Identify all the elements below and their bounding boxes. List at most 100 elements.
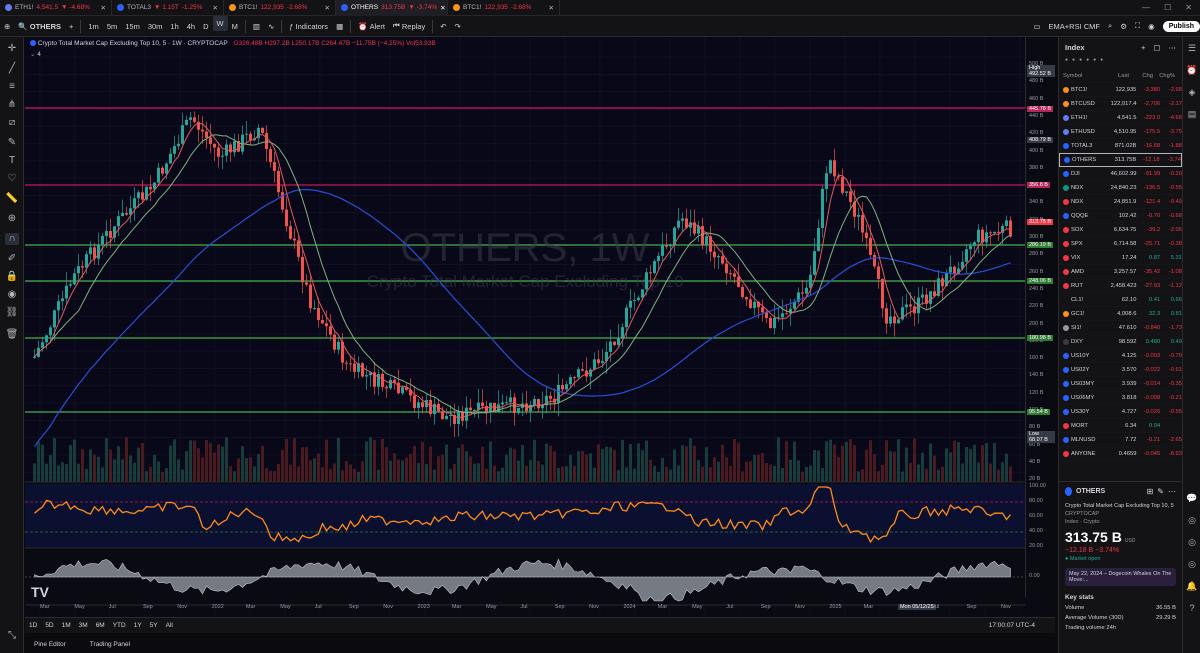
study-template[interactable]: EMA+RSI CMF [1045, 16, 1104, 37]
range-All[interactable]: All [162, 622, 177, 629]
grid-icon[interactable]: ⊞ [1147, 487, 1154, 496]
watchlist-row[interactable]: QQQE 102.42 -0.70 -0.68 [1059, 209, 1182, 223]
notifications-rail-icon[interactable]: 🔔 [1186, 581, 1198, 592]
more-icon[interactable]: ⋯ [1169, 43, 1177, 52]
watchlist-title[interactable]: Index [1065, 43, 1085, 52]
watchlist-row[interactable]: MORT 6.34 0.04 [1059, 419, 1182, 433]
interval-W[interactable]: W [212, 15, 228, 31]
watchlist-row[interactable]: SPX 6,714.58 -25.71 -0.38 [1059, 237, 1182, 251]
watchlist-row[interactable]: US06MY 3.818 -0.008 -0.21 [1059, 391, 1182, 405]
eye-icon[interactable]: ◉ [5, 289, 19, 301]
compare-button[interactable]: + [65, 16, 77, 37]
watchlist-row[interactable]: CL1! 62.10 0.41 0.66 [1059, 293, 1182, 307]
indicators-button[interactable]: ƒ Indicators [285, 16, 332, 37]
calendar-rail-icon[interactable]: ◎ [1186, 515, 1198, 526]
pattern-icon[interactable]: ⧄ [5, 117, 19, 129]
range-3M[interactable]: 3M [75, 622, 92, 629]
layers-rail-icon[interactable]: ◈ [1186, 87, 1198, 98]
watchlist-row[interactable]: SOX 6,634.75 -39.2 -2.06 [1059, 223, 1182, 237]
templates-icon[interactable]: ▦ [332, 16, 347, 37]
interval-5m[interactable]: 5m [103, 16, 121, 37]
watchlist-rail-icon[interactable]: ☰ [1186, 43, 1198, 54]
ideas-rail-icon[interactable]: ◎ [1186, 537, 1198, 548]
collapse-legend-icon[interactable]: ⌄ [30, 51, 35, 58]
watchlist-row[interactable]: ETHUSD 4,510.95 -175.5 -3.75 [1059, 125, 1182, 139]
bar-type-icon[interactable]: ▥ [249, 16, 264, 37]
range-1D[interactable]: 1D [25, 622, 41, 629]
news-card[interactable]: May 22, 2024 – Dogecoin Whales On The Mo… [1065, 568, 1176, 586]
lock-icon[interactable]: 🔒 [5, 271, 19, 283]
line-type-icon[interactable]: ∿ [264, 16, 278, 37]
close-tab-icon[interactable]: ✕ [325, 4, 330, 12]
close-tab-icon[interactable]: ✕ [101, 4, 106, 12]
search-icon[interactable]: ⌕ [1104, 16, 1116, 37]
add-symbol-icon[interactable]: + [1141, 43, 1145, 52]
fib-icon[interactable]: ⋔ [5, 99, 19, 111]
watchlist-row[interactable]: US30Y 4.727 -0.026 -0.55 [1059, 405, 1182, 419]
col-symbol[interactable]: Symbol [1063, 73, 1097, 79]
interval-M[interactable]: M [228, 16, 242, 37]
chat-rail-icon[interactable]: 💬 [1186, 493, 1198, 504]
watchlist-row[interactable]: US03MY 3.939 -0.014 -0.35 [1059, 377, 1182, 391]
watchlist-row[interactable]: MLNUSD 7.72 -0.21 -2.65 [1059, 433, 1182, 447]
alert-button[interactable]: ⏰ Alert [354, 16, 389, 37]
zoom-icon[interactable]: ⊕ [5, 213, 19, 225]
interval-30m[interactable]: 30m [144, 16, 167, 37]
browser-tab[interactable]: ETH1! 4,541.5 ▼ -4.68% ✕ [0, 0, 112, 16]
watchlist-row[interactable]: OTHERS 313.75B -12.18 -3.74 [1059, 153, 1182, 167]
crosshair-icon[interactable]: ✛ [5, 43, 19, 55]
camera-icon[interactable]: ◉ [1144, 16, 1159, 37]
watchlist-row[interactable]: TOTAL3 871.02B -16.68 -1.88 [1059, 139, 1182, 153]
range-5D[interactable]: 5D [41, 622, 57, 629]
watchlist-row[interactable]: US10Y 4.125 -0.003 -0.79 [1059, 349, 1182, 363]
interval-4h[interactable]: 4h [183, 16, 199, 37]
watchlist-row[interactable]: NDX 24,851.9 -121.4 -0.49 [1059, 195, 1182, 209]
watchlist-row[interactable]: ANYONE 0.4659 -0.045 -8.93 [1059, 447, 1182, 461]
settings-icon[interactable]: ⚙ [1116, 16, 1131, 37]
watchlist-row[interactable]: DJI 46,602.99 -91.99 -0.20 [1059, 167, 1182, 181]
magnet-icon[interactable]: ∩ [5, 233, 19, 245]
range-YTD[interactable]: YTD [109, 622, 130, 629]
interval-D[interactable]: D [199, 16, 212, 37]
browser-tab[interactable]: BTC1! 122,935 -2.68% ✕ [448, 0, 560, 16]
layout-icon[interactable]: ▭ [1029, 16, 1044, 37]
close-tab-icon[interactable]: ✕ [440, 4, 445, 12]
trendline-icon[interactable]: ╱ [5, 63, 19, 75]
chart-pane[interactable]: OTHERS, 1W Crypto Total Market Cap Exclu… [25, 37, 1055, 633]
legend-title[interactable]: Crypto Total Market Cap Excluding Top 10… [38, 40, 228, 47]
watchlist-row[interactable]: ETH1! 4,541.5 -223.0 -4.68 [1059, 111, 1182, 125]
browser-tab[interactable]: TOTAL3 ▼ 1.15T -1.25% ✕ [112, 0, 224, 16]
browser-tab[interactable]: BTC1! 122,935 -2.68% ✕ [224, 0, 336, 16]
text-icon[interactable]: T [5, 155, 19, 167]
minimize-icon[interactable]: — [1142, 3, 1150, 12]
heart-icon[interactable]: ♡ [5, 173, 19, 185]
watchlist-row[interactable]: US02Y 3.570 -0.022 -0.61 [1059, 363, 1182, 377]
col-pct[interactable]: Chg% [1153, 73, 1175, 79]
maximize-icon[interactable]: ☐ [1164, 3, 1171, 12]
help-rail-icon[interactable]: ? [1186, 603, 1198, 613]
pine-editor-tab[interactable]: Pine Editor [34, 641, 66, 648]
watchlist-row[interactable]: GC1! 4,008.6 32.3 0.81 [1059, 307, 1182, 321]
close-tab-icon[interactable]: ✕ [549, 4, 554, 12]
watchlist-row[interactable]: SI1! 47.610 -0.840 -1.73 [1059, 321, 1182, 335]
watchlist-row[interactable]: RUT 2,458.423 -27.93 -1.12 [1059, 279, 1182, 293]
trading-panel-tab[interactable]: Trading Panel [90, 641, 130, 648]
watchlist-row[interactable]: AMD 3,257.57 -35.42 -1.08 [1059, 265, 1182, 279]
watchlist-row[interactable]: NDX 24,840.23 -136.5 -0.55 [1059, 181, 1182, 195]
publish-button[interactable]: Publish [1162, 20, 1200, 32]
interval-15m[interactable]: 15m [121, 16, 144, 37]
clock[interactable]: 17:00:07 UTC-4 [989, 622, 1035, 629]
range-5Y[interactable]: 5Y [146, 622, 162, 629]
pencil-lock-icon[interactable]: ✐ [5, 253, 19, 265]
replay-button[interactable]: ⏮ Replay [389, 16, 429, 37]
range-6M[interactable]: 6M [92, 622, 109, 629]
ruler-icon[interactable]: 📏 [5, 193, 19, 205]
range-1Y[interactable]: 1Y [130, 622, 146, 629]
redo-icon[interactable]: ↷ [451, 16, 465, 37]
price-axis[interactable]: 500 B480 B460 B440 B420 B400 B380 B360 B… [1025, 37, 1055, 597]
range-1M[interactable]: 1M [58, 622, 75, 629]
watchlist-row[interactable]: DXY 98.592 0.480 0.49 [1059, 335, 1182, 349]
close-tab-icon[interactable]: ✕ [213, 4, 218, 12]
interval-1m[interactable]: 1m [84, 16, 102, 37]
more-icon[interactable]: ⋯ [1168, 487, 1176, 496]
